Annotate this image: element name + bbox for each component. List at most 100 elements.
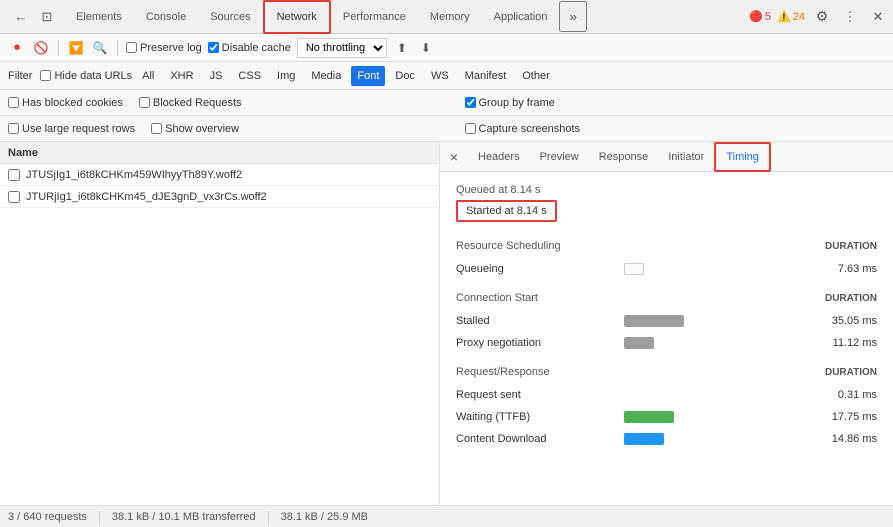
- tab-memory[interactable]: Memory: [418, 0, 482, 34]
- back-icon[interactable]: ←: [10, 6, 32, 28]
- options-left-2: Use large request rows Show overview: [8, 123, 429, 135]
- hide-data-urls-checkbox[interactable]: [40, 70, 51, 81]
- large-rows-text: Use large request rows: [22, 123, 135, 135]
- warning-count: 24: [793, 11, 805, 23]
- group-by-frame-text: Group by frame: [479, 97, 555, 109]
- filter-all[interactable]: All: [136, 66, 160, 86]
- hide-data-urls-label[interactable]: Hide data URLs: [40, 70, 132, 82]
- disable-cache-text: Disable cache: [222, 42, 291, 54]
- tab-more[interactable]: »: [559, 1, 586, 32]
- filter-font[interactable]: Font: [351, 66, 385, 86]
- hide-data-urls-text: Hide data URLs: [54, 70, 132, 82]
- file-2-checkbox[interactable]: [8, 191, 20, 203]
- resource-scheduling-section: Resource Scheduling DURATION Queueing 7.…: [456, 240, 877, 280]
- options-right-2: Capture screenshots: [445, 123, 886, 135]
- queueing-bar-area: [624, 263, 804, 275]
- tab-performance[interactable]: Performance: [331, 0, 418, 34]
- ttfb-duration: 17.75 ms: [812, 411, 877, 423]
- file-item-2[interactable]: JTURjIg1_i6t8kCHKm45_dJE3gnD_vx3rCs.woff…: [0, 186, 439, 208]
- connection-start-section: Connection Start DURATION Stalled 35.05 …: [456, 292, 877, 354]
- separator-1: [58, 40, 59, 56]
- clear-button[interactable]: 🚫: [32, 39, 50, 57]
- detail-tabs: × Headers Preview Response Initiator Tim…: [440, 142, 893, 172]
- settings-button[interactable]: ⚙: [811, 6, 833, 28]
- file-list: Name JTUSjIg1_i6t8kCHKm459WIhyyTh89Y.wof…: [0, 142, 440, 505]
- capture-screenshots-checkbox[interactable]: [465, 123, 476, 134]
- ttfb-label: Waiting (TTFB): [456, 411, 616, 423]
- request-response-title: Request/Response: [456, 366, 550, 378]
- large-rows-checkbox[interactable]: [8, 123, 19, 134]
- status-transferred: 38.1 kB / 10.1 MB transferred: [112, 511, 256, 523]
- has-blocked-cookies-label[interactable]: Has blocked cookies: [8, 97, 123, 109]
- show-overview-checkbox[interactable]: [151, 123, 162, 134]
- file-2-name: JTURjIg1_i6t8kCHKm45_dJE3gnD_vx3rCs.woff…: [26, 191, 267, 203]
- has-blocked-cookies-checkbox[interactable]: [8, 97, 19, 108]
- filter-doc[interactable]: Doc: [389, 66, 421, 86]
- detail-tab-headers[interactable]: Headers: [468, 142, 530, 172]
- resource-scheduling-header: Resource Scheduling DURATION: [456, 240, 877, 252]
- blocked-requests-text: Blocked Requests: [153, 97, 242, 109]
- tab-elements[interactable]: Elements: [64, 0, 134, 34]
- import-button[interactable]: ⬆: [393, 39, 411, 57]
- file-item-1[interactable]: JTUSjIg1_i6t8kCHKm459WIhyyTh89Y.woff2: [0, 164, 439, 186]
- detail-close-button[interactable]: ×: [444, 147, 464, 167]
- disable-cache-checkbox[interactable]: [208, 42, 219, 53]
- filter-other[interactable]: Other: [516, 66, 556, 86]
- queued-at-text: Queued at 8.14 s: [456, 184, 877, 196]
- connection-start-duration-label: DURATION: [825, 293, 877, 304]
- tab-application[interactable]: Application: [482, 0, 560, 34]
- filter-media[interactable]: Media: [305, 66, 347, 86]
- proxy-duration: 11.12 ms: [812, 337, 877, 349]
- filter-xhr[interactable]: XHR: [164, 66, 199, 86]
- disable-cache-label[interactable]: Disable cache: [208, 42, 291, 54]
- ttfb-bar-area: [624, 411, 804, 423]
- export-button[interactable]: ⬇: [417, 39, 435, 57]
- capture-screenshots-label[interactable]: Capture screenshots: [465, 123, 581, 135]
- preserve-log-label[interactable]: Preserve log: [126, 42, 202, 54]
- filter-manifest[interactable]: Manifest: [459, 66, 513, 86]
- throttle-select[interactable]: No throttling: [297, 38, 387, 58]
- detail-tab-response[interactable]: Response: [589, 142, 659, 172]
- preserve-log-checkbox[interactable]: [126, 42, 137, 53]
- close-devtools-button[interactable]: ✕: [867, 6, 889, 28]
- top-tab-bar: ← ⊡ Elements Console Sources Network Per…: [0, 0, 893, 34]
- tab-sources[interactable]: Sources: [198, 0, 262, 34]
- content-download-label: Content Download: [456, 433, 616, 445]
- detail-tab-preview[interactable]: Preview: [530, 142, 589, 172]
- record-button[interactable]: ⏺: [8, 39, 26, 57]
- error-badge: 🔴 5: [749, 10, 771, 23]
- filter-icon[interactable]: 🔽: [67, 39, 85, 57]
- devtools-icons: ← ⊡: [4, 6, 64, 28]
- warning-badge: ⚠️ 24: [777, 10, 805, 23]
- content-download-row: Content Download 14.86 ms: [456, 428, 877, 450]
- blocked-requests-checkbox[interactable]: [139, 97, 150, 108]
- large-rows-label[interactable]: Use large request rows: [8, 123, 135, 135]
- capture-screenshots-text: Capture screenshots: [479, 123, 581, 135]
- group-by-frame-checkbox[interactable]: [465, 97, 476, 108]
- filter-img[interactable]: Img: [271, 66, 301, 86]
- filter-css[interactable]: CSS: [232, 66, 267, 86]
- error-count: 5: [765, 11, 771, 23]
- tab-network[interactable]: Network: [263, 0, 331, 34]
- options-right-1: Group by frame: [445, 97, 886, 109]
- stalled-bar: [624, 315, 684, 327]
- show-overview-label[interactable]: Show overview: [151, 123, 239, 135]
- dock-icon[interactable]: ⊡: [36, 6, 58, 28]
- content-download-duration: 14.86 ms: [812, 433, 877, 445]
- group-by-frame-label[interactable]: Group by frame: [465, 97, 555, 109]
- file-1-checkbox[interactable]: [8, 169, 20, 181]
- queueing-duration: 7.63 ms: [812, 263, 877, 275]
- detail-tab-timing[interactable]: Timing: [714, 142, 771, 172]
- request-sent-row: Request sent 0.31 ms: [456, 384, 877, 406]
- detail-tab-initiator[interactable]: Initiator: [658, 142, 714, 172]
- filter-ws[interactable]: WS: [425, 66, 455, 86]
- filter-js[interactable]: JS: [204, 66, 229, 86]
- request-response-duration-label: DURATION: [825, 367, 877, 378]
- show-overview-text: Show overview: [165, 123, 239, 135]
- filter-label: Filter: [8, 70, 32, 82]
- connection-start-header: Connection Start DURATION: [456, 292, 877, 304]
- search-button[interactable]: 🔍: [91, 39, 109, 57]
- more-options-button[interactable]: ⋮: [839, 6, 861, 28]
- blocked-requests-label[interactable]: Blocked Requests: [139, 97, 242, 109]
- tab-console[interactable]: Console: [134, 0, 198, 34]
